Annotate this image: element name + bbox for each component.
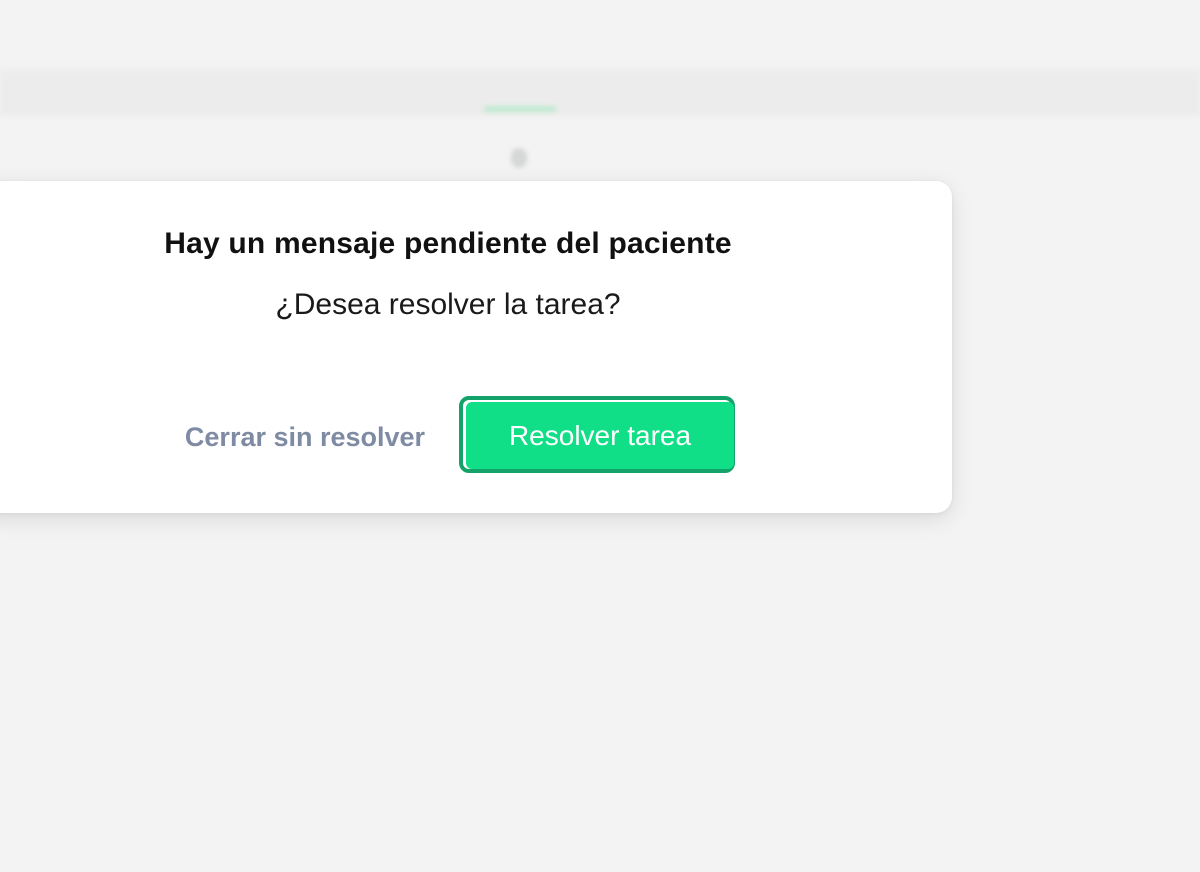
close-without-resolving-button[interactable]: Cerrar sin resolver	[160, 415, 450, 459]
resolve-task-button[interactable]: Resolver tarea	[466, 402, 734, 469]
confirmation-dialog: Hay un mensaje pendiente del paciente ¿D…	[0, 181, 952, 513]
dialog-subtitle: ¿Desea resolver la tarea?	[275, 288, 621, 321]
blurred-icon	[511, 148, 527, 168]
blurred-header-bar	[0, 70, 1200, 116]
dialog-title: Hay un mensaje pendiente del paciente	[164, 227, 732, 260]
blurred-active-tab-indicator	[484, 106, 556, 112]
